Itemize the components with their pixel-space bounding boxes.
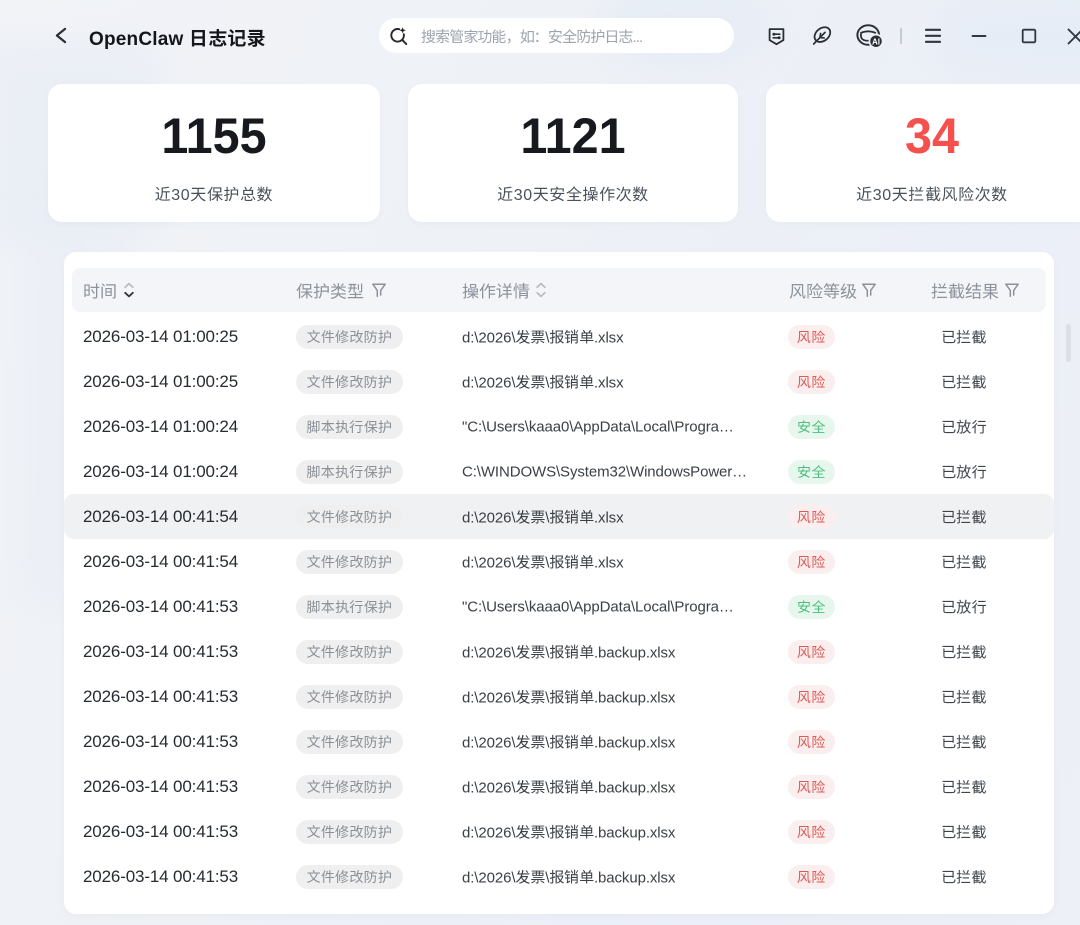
svg-text:AI: AI: [872, 38, 880, 47]
